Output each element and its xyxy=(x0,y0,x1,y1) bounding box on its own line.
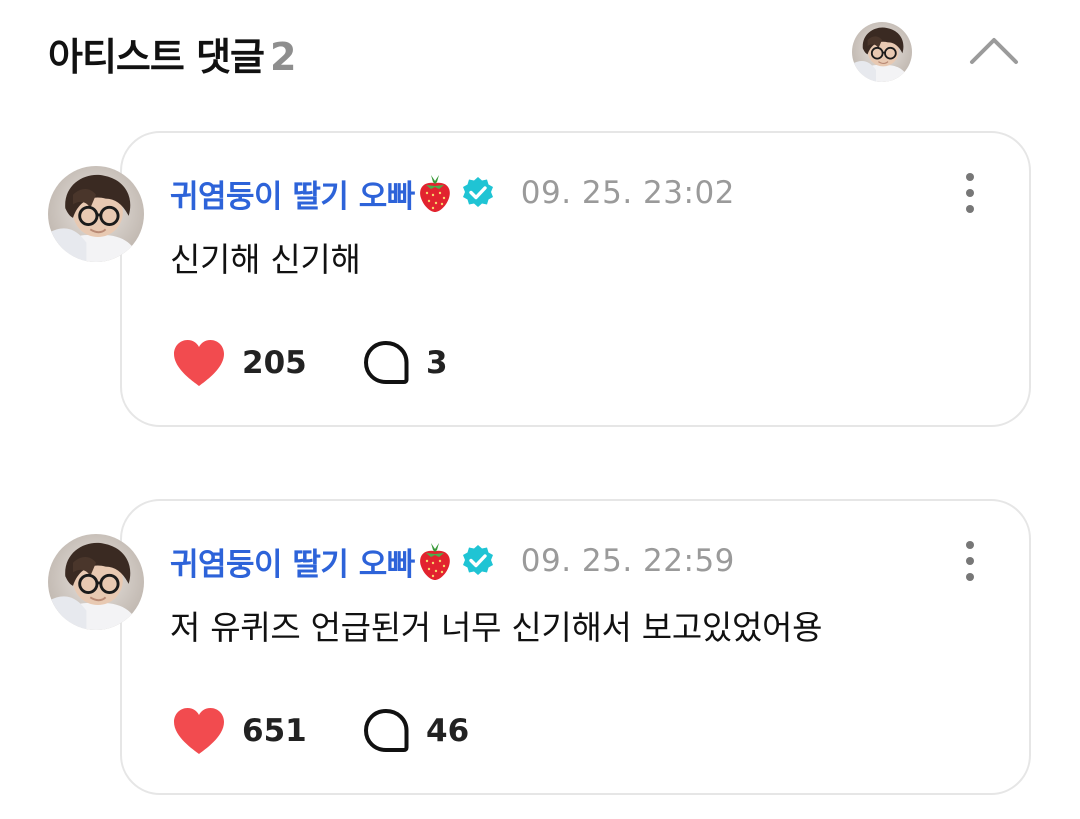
collapse-button[interactable] xyxy=(966,30,1022,70)
comment-card: 귀염둥이 딸기 오빠 09. 25. 22:59 저 유퀴즈 언급된거 너무 신… xyxy=(120,499,1031,795)
strawberry-emoji xyxy=(419,543,450,580)
like-button[interactable]: 205 xyxy=(172,338,362,388)
comment-timestamp: 09. 25. 23:02 xyxy=(520,175,735,211)
comment-avatar[interactable] xyxy=(48,534,144,630)
heart-icon xyxy=(174,708,224,754)
verified-badge-icon xyxy=(462,177,493,207)
more-options-button[interactable] xyxy=(954,171,986,215)
artist-comments-panel: 아티스트 댓글 2 귀염둥이 딸기 오빠 09. 25. 23:02 신기해 신… xyxy=(0,0,1080,819)
verified-badge-icon xyxy=(462,545,493,575)
comment-text: 저 유퀴즈 언급된거 너무 신기해서 보고있었어용 xyxy=(170,608,823,647)
more-options-button[interactable] xyxy=(954,539,986,583)
vertical-dots-icon xyxy=(966,541,974,581)
like-count: 205 xyxy=(242,345,307,381)
header-avatar[interactable] xyxy=(852,22,912,82)
comment-avatar[interactable] xyxy=(48,166,144,262)
comment-item: 귀염둥이 딸기 오빠 09. 25. 23:02 신기해 신기해 205 3 xyxy=(0,131,1080,427)
comment-author[interactable]: 귀염둥이 딸기 오빠 xyxy=(170,539,415,584)
speech-bubble-icon xyxy=(364,341,409,384)
comment-count: 2 xyxy=(270,35,296,79)
comment-timestamp: 09. 25. 22:59 xyxy=(520,543,735,579)
like-button[interactable]: 651 xyxy=(172,706,362,756)
section-header: 아티스트 댓글 2 xyxy=(0,0,1080,110)
vertical-dots-icon xyxy=(966,173,974,213)
comment-card: 귀염둥이 딸기 오빠 09. 25. 23:02 신기해 신기해 205 3 xyxy=(120,131,1031,427)
section-title-text: 아티스트 댓글 xyxy=(48,35,265,79)
comment-text: 신기해 신기해 xyxy=(170,240,361,279)
reply-button[interactable]: 46 xyxy=(362,707,469,755)
speech-bubble-icon xyxy=(364,709,409,752)
comment-actions: 205 3 xyxy=(172,335,448,391)
comment-actions: 651 46 xyxy=(172,703,469,759)
comment-item: 귀염둥이 딸기 오빠 09. 25. 22:59 저 유퀴즈 언급된거 너무 신… xyxy=(0,499,1080,795)
section-title: 아티스트 댓글 2 xyxy=(48,26,296,81)
strawberry-emoji xyxy=(419,175,450,212)
chevron-up-icon xyxy=(970,38,1018,64)
comment-meta: 귀염둥이 딸기 오빠 09. 25. 22:59 xyxy=(170,539,735,583)
heart-icon xyxy=(174,340,224,386)
comment-meta: 귀염둥이 딸기 오빠 09. 25. 23:02 xyxy=(170,171,735,215)
reply-button[interactable]: 3 xyxy=(362,339,448,387)
reply-count: 3 xyxy=(426,345,448,381)
reply-count: 46 xyxy=(426,713,470,749)
comment-author[interactable]: 귀염둥이 딸기 오빠 xyxy=(170,171,415,216)
like-count: 651 xyxy=(242,713,307,749)
